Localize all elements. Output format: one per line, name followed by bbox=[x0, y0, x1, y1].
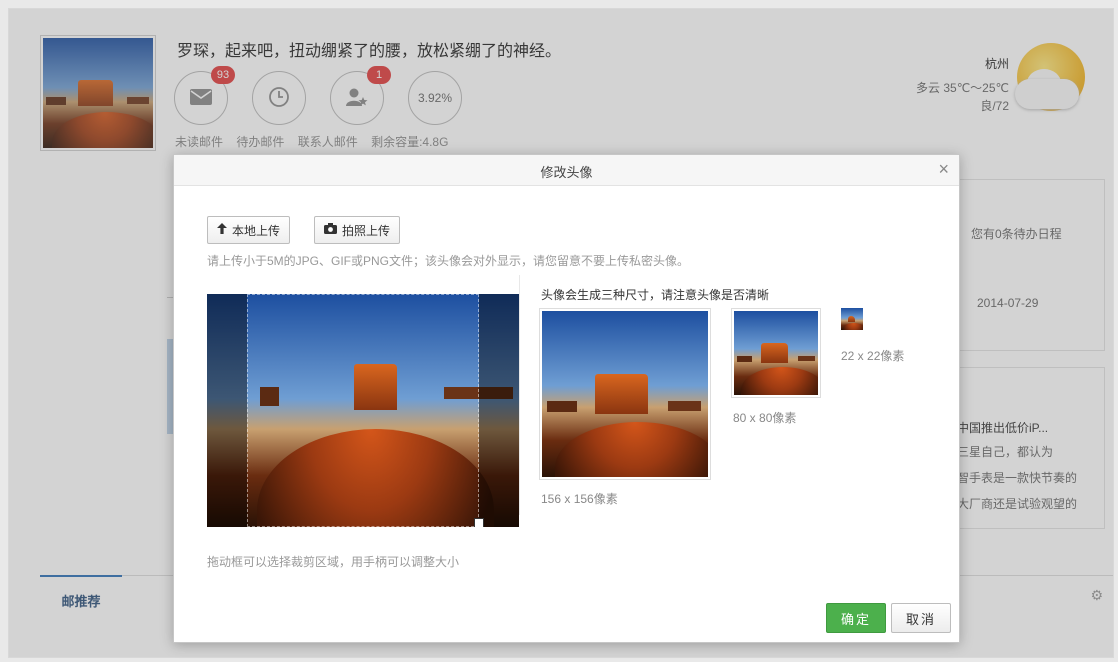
crop-area[interactable] bbox=[207, 294, 519, 527]
upload-hint: 请上传小于5M的JPG、GIF或PNG文件；该头像会对外显示，请您留意不要上传私… bbox=[207, 254, 690, 268]
close-icon[interactable]: × bbox=[938, 159, 949, 179]
preview-small bbox=[841, 308, 863, 330]
photo-upload-label: 拍照上传 bbox=[342, 223, 391, 238]
preview-large-size: 156 x 156像素 bbox=[541, 492, 618, 506]
camera-icon bbox=[324, 223, 337, 237]
preview-title: 头像会生成三种尺寸，请注意头像是否清晰 bbox=[541, 288, 770, 302]
local-upload-button[interactable]: 本地上传 bbox=[207, 216, 291, 244]
crop-hint: 拖动框可以选择裁剪区域，用手柄可以调整大小 bbox=[207, 555, 460, 569]
cancel-button[interactable]: 取消 bbox=[891, 603, 951, 633]
preview-large bbox=[539, 308, 711, 480]
change-avatar-dialog: 修改头像 × 本地上传 拍照上传 请上传小于5M的JPG、GIF或PNG文件；该… bbox=[173, 154, 960, 643]
preview-small-size: 22 x 22像素 bbox=[841, 349, 905, 363]
photo-upload-button[interactable]: 拍照上传 bbox=[314, 216, 401, 244]
crop-shade-left bbox=[207, 294, 247, 527]
divider bbox=[519, 275, 520, 515]
local-upload-label: 本地上传 bbox=[232, 223, 281, 238]
confirm-button[interactable]: 确定 bbox=[826, 603, 886, 633]
crop-selection-box[interactable] bbox=[247, 294, 479, 527]
dialog-title: 修改头像 bbox=[540, 165, 593, 180]
crop-shade-right bbox=[479, 294, 519, 527]
preview-medium-size: 80 x 80像素 bbox=[733, 411, 797, 425]
arrow-up-icon bbox=[217, 223, 227, 237]
preview-medium bbox=[731, 308, 821, 398]
crop-resize-handle[interactable] bbox=[474, 518, 484, 527]
dialog-header: 修改头像 × bbox=[174, 155, 959, 186]
